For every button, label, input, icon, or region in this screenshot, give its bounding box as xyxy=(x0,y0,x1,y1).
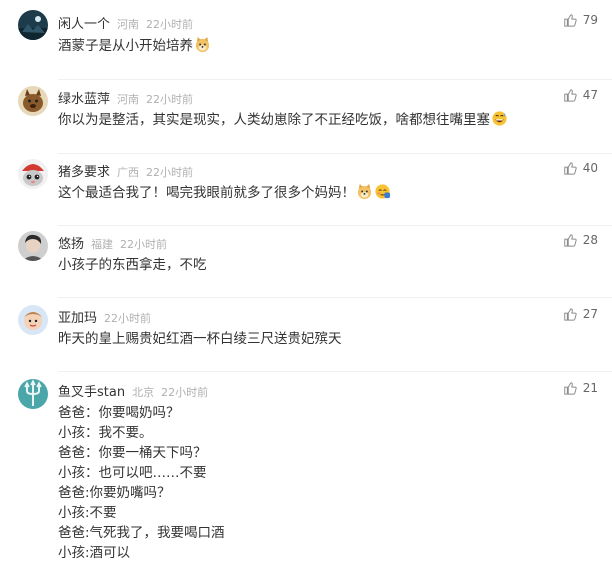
comment-meta: 亚加玛 22小时前 xyxy=(58,307,151,326)
avatar[interactable] xyxy=(18,10,48,40)
timestamp: 22小时前 xyxy=(146,93,194,106)
thumbs-up-icon xyxy=(563,382,577,395)
comment-text: 小孩子的东西拿走，不吃 xyxy=(58,255,207,275)
like-count: 21 xyxy=(582,381,598,395)
doge-icon xyxy=(356,183,373,206)
comment-text: 酒蒙子是从小开始培养 xyxy=(58,36,211,56)
grin-sweat-icon xyxy=(491,110,508,133)
avatar[interactable] xyxy=(18,86,48,116)
timestamp: 22小时前 xyxy=(104,312,152,325)
location: 北京 xyxy=(132,386,155,399)
like-button[interactable]: 27 xyxy=(563,307,598,321)
brown-animal-avatar-icon xyxy=(18,86,48,116)
thumbs-up-icon xyxy=(563,308,577,321)
cartoon-face-avatar-icon xyxy=(18,305,48,335)
comment-meta: 闲人一个 河南 22小时前 xyxy=(58,13,193,32)
comment-line: 爸爸：你要喝奶吗？ xyxy=(58,405,180,421)
divider xyxy=(58,225,612,226)
username[interactable]: 悠扬 xyxy=(58,233,84,252)
like-count: 27 xyxy=(582,307,598,321)
like-button[interactable]: 28 xyxy=(563,233,598,247)
comment-meta: 猪多要求 广西 22小时前 xyxy=(58,161,193,180)
avatar[interactable] xyxy=(18,379,48,409)
comment-line: 爸爸：你要一桶天下吗？ xyxy=(58,445,207,461)
comment-meta: 绿水蓝萍 河南 22小时前 xyxy=(58,88,193,107)
red-hat-cat-avatar-icon xyxy=(18,159,48,189)
doge-icon xyxy=(194,36,211,59)
comment-line: 爸爸:气死我了，我要喝口酒 xyxy=(58,525,225,541)
like-count: 40 xyxy=(582,161,598,175)
username[interactable]: 绿水蓝萍 xyxy=(58,88,110,107)
divider xyxy=(58,297,612,298)
dark-landscape-avatar-icon xyxy=(18,10,48,40)
thumbs-up-icon xyxy=(563,162,577,175)
like-count: 28 xyxy=(582,233,598,247)
like-button[interactable]: 21 xyxy=(563,381,598,395)
like-count: 79 xyxy=(582,13,598,27)
like-count: 47 xyxy=(582,88,598,102)
timestamp: 22小时前 xyxy=(146,18,194,31)
comment-line: 昨天的皇上赐贵妃红酒一杯白绫三尺送贵妃殡天 xyxy=(58,331,342,347)
username[interactable]: 猪多要求 xyxy=(58,161,110,180)
comment-line: 你以为是整活，其实是现实，人类幼崽除了不正经吃饭，啥都想往嘴里塞 xyxy=(58,112,490,128)
timestamp: 22小时前 xyxy=(146,166,194,179)
timestamp: 22小时前 xyxy=(120,238,168,251)
location: 广西 xyxy=(117,166,140,179)
avatar[interactable] xyxy=(18,159,48,189)
trident-avatar-icon xyxy=(18,379,48,409)
comment-text: 你以为是整活，其实是现实，人类幼崽除了不正经吃饭，啥都想往嘴里塞 xyxy=(58,110,508,130)
like-button[interactable]: 47 xyxy=(563,88,598,102)
thumbs-up-icon xyxy=(563,14,577,27)
like-button[interactable]: 79 xyxy=(563,13,598,27)
location: 福建 xyxy=(91,238,114,251)
location: 河南 xyxy=(117,93,140,106)
comment-line: 酒蒙子是从小开始培养 xyxy=(58,38,193,54)
comment-text: 昨天的皇上赐贵妃红酒一杯白绫三尺送贵妃殡天 xyxy=(58,329,342,349)
username[interactable]: 亚加玛 xyxy=(58,307,97,326)
comment-line: 小孩:不要 xyxy=(58,505,117,521)
divider xyxy=(58,153,612,154)
avatar[interactable] xyxy=(18,305,48,335)
like-button[interactable]: 40 xyxy=(563,161,598,175)
comment-line: 小孩：我不要。 xyxy=(58,425,153,441)
avatar[interactable] xyxy=(18,231,48,261)
username[interactable]: 鱼叉手stan xyxy=(58,381,125,400)
shy-smile-icon xyxy=(374,183,391,206)
timestamp: 22小时前 xyxy=(161,386,209,399)
location: 河南 xyxy=(117,18,140,31)
comment-line: 小孩：也可以吧……不要 xyxy=(58,465,207,481)
comment-line: 小孩:酒可以 xyxy=(58,545,131,561)
comment-meta: 鱼叉手stan 北京 22小时前 xyxy=(58,381,208,400)
thumbs-up-icon xyxy=(563,234,577,247)
comment-meta: 悠扬 福建 22小时前 xyxy=(58,233,167,252)
comment-line: 爸爸:你要奶嘴吗？ xyxy=(58,485,171,501)
comment-text: 这个最适合我了！喝完我眼前就多了很多个妈妈！ xyxy=(58,183,391,203)
portrait-avatar-icon xyxy=(18,231,48,261)
username[interactable]: 闲人一个 xyxy=(58,13,110,32)
divider xyxy=(58,79,612,80)
comment-line: 小孩子的东西拿走，不吃 xyxy=(58,257,207,273)
comment-line: 这个最适合我了！喝完我眼前就多了很多个妈妈！ xyxy=(58,185,355,201)
thumbs-up-icon xyxy=(563,89,577,102)
divider xyxy=(58,371,612,372)
comment-text: 爸爸：你要喝奶吗？ 小孩：我不要。 爸爸：你要一桶天下吗？ 小孩：也可以吧……不… xyxy=(58,403,225,563)
